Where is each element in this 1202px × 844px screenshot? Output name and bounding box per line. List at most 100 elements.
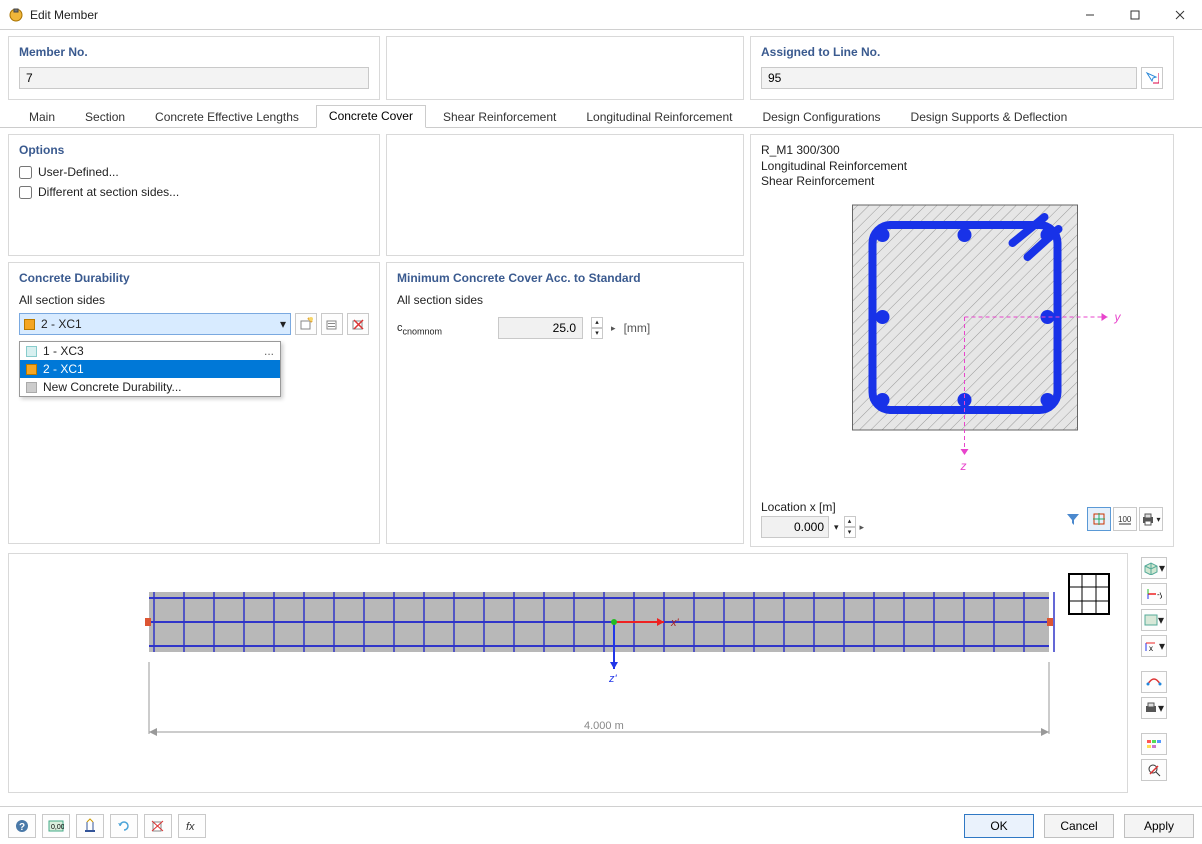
section-preview-panel: R_M1 300/300 Longitudinal Reinforcement … bbox=[750, 134, 1174, 547]
assigned-line-panel: Assigned to Line No. bbox=[750, 36, 1174, 100]
durability-combo[interactable]: 2 - XC1 ▾ bbox=[19, 313, 291, 335]
refresh-icon[interactable] bbox=[110, 814, 138, 838]
chevron-down-icon[interactable]: ▾ bbox=[831, 522, 842, 533]
swatch-icon bbox=[24, 319, 35, 330]
svg-text:z': z' bbox=[608, 673, 618, 685]
titlebar: Edit Member bbox=[0, 0, 1202, 30]
tab-concrete-cover[interactable]: Concrete Cover bbox=[316, 105, 426, 128]
print-icon[interactable]: ▾ bbox=[1141, 697, 1167, 719]
preview-text: R_M1 300/300 Longitudinal Reinforcement … bbox=[761, 143, 1163, 190]
close-button[interactable] bbox=[1157, 0, 1202, 30]
formula-icon[interactable]: fx bbox=[178, 814, 206, 838]
delete-icon[interactable] bbox=[144, 814, 172, 838]
spinner-down-icon[interactable]: ▾ bbox=[844, 527, 856, 538]
tab-section[interactable]: Section bbox=[72, 106, 138, 128]
durability-dropdown[interactable]: 1 - XC3...2 - XC1New Concrete Durability… bbox=[19, 341, 281, 397]
pick-line-button[interactable] bbox=[1141, 67, 1163, 89]
location-input[interactable] bbox=[761, 516, 829, 538]
ok-button[interactable]: OK bbox=[964, 814, 1034, 838]
tab-design-configurations[interactable]: Design Configurations bbox=[749, 106, 893, 128]
filter-icon[interactable] bbox=[1061, 507, 1085, 531]
beam-preview-panel: x' z' 4.000 m bbox=[8, 553, 1128, 793]
options-panel: Options User-Defined... Different at sec… bbox=[8, 134, 380, 256]
cnom-spinner[interactable]: ▴ ▾ bbox=[591, 317, 603, 339]
cnom-label: ccnomnom bbox=[397, 320, 442, 336]
durability-option[interactable]: 2 - XC1 bbox=[20, 360, 280, 378]
durability-selected: 2 - XC1 bbox=[41, 317, 82, 331]
tab-main[interactable]: Main bbox=[16, 106, 68, 128]
display-extents-icon[interactable]: ▾ bbox=[1141, 609, 1167, 631]
axis-x-view-icon[interactable]: x▾ bbox=[1141, 635, 1167, 657]
cover-all-sides: All section sides bbox=[397, 293, 733, 307]
assigned-line-label: Assigned to Line No. bbox=[761, 45, 1163, 59]
durability-option[interactable]: 1 - XC3... bbox=[20, 342, 280, 360]
location-spinner[interactable]: ▴ ▾ bbox=[844, 516, 856, 538]
preview-line-3: Shear Reinforcement bbox=[761, 174, 1163, 190]
location-label: Location x [m] bbox=[761, 500, 852, 514]
maximize-button[interactable] bbox=[1112, 0, 1157, 30]
svg-text:0,00: 0,00 bbox=[51, 824, 64, 831]
durability-option[interactable]: New Concrete Durability... bbox=[20, 378, 280, 396]
cover-title: Minimum Concrete Cover Acc. to Standard bbox=[397, 271, 733, 285]
svg-text:100: 100 bbox=[1118, 515, 1132, 524]
tab-shear-reinforcement[interactable]: Shear Reinforcement bbox=[430, 106, 569, 128]
axis-y-view-icon[interactable]: -y bbox=[1141, 583, 1167, 605]
chevron-right-icon[interactable]: ▸ bbox=[860, 522, 865, 533]
structure-icon[interactable] bbox=[76, 814, 104, 838]
assigned-line-input[interactable] bbox=[761, 67, 1137, 89]
new-durability-button[interactable] bbox=[295, 313, 317, 335]
spinner-down-icon[interactable]: ▾ bbox=[591, 328, 603, 339]
durability-panel: Concrete Durability All section sides 2 … bbox=[8, 262, 380, 544]
delete-durability-button[interactable] bbox=[347, 313, 369, 335]
durability-title: Concrete Durability bbox=[19, 271, 369, 285]
user-defined-check[interactable]: User-Defined... bbox=[19, 165, 369, 179]
svg-text:x': x' bbox=[670, 617, 680, 629]
svg-text:?: ? bbox=[19, 822, 25, 833]
app-icon bbox=[8, 7, 24, 23]
different-sides-check[interactable]: Different at section sides... bbox=[19, 185, 369, 199]
spinner-up-icon[interactable]: ▴ bbox=[591, 317, 603, 328]
zoom-reset-icon[interactable] bbox=[1141, 759, 1167, 781]
tab-design-supports-deflection[interactable]: Design Supports & Deflection bbox=[898, 106, 1081, 128]
cancel-button[interactable]: Cancel bbox=[1044, 814, 1114, 838]
bottom-bar: ? 0,00 fx OK Cancel Apply bbox=[0, 806, 1202, 844]
mid-blank-panel bbox=[386, 134, 744, 256]
beam-length: 4.000 m bbox=[584, 720, 624, 732]
extents-icon[interactable] bbox=[1087, 507, 1111, 531]
member-no-input[interactable] bbox=[19, 67, 369, 89]
edit-durability-button[interactable] bbox=[321, 313, 343, 335]
minimize-button[interactable] bbox=[1067, 0, 1112, 30]
member-no-panel: Member No. bbox=[8, 36, 380, 100]
spinner-up-icon[interactable]: ▴ bbox=[844, 516, 856, 527]
axis-z-label: z bbox=[960, 459, 967, 473]
svg-text:fx: fx bbox=[186, 821, 195, 833]
comment-panel bbox=[386, 36, 744, 100]
apply-button[interactable]: Apply bbox=[1124, 814, 1194, 838]
tab-concrete-effective-lengths[interactable]: Concrete Effective Lengths bbox=[142, 106, 312, 128]
tab-longitudinal-reinforcement[interactable]: Longitudinal Reinforcement bbox=[573, 106, 745, 128]
options-title: Options bbox=[19, 143, 369, 157]
tab-strip: MainSectionConcrete Effective LengthsCon… bbox=[0, 100, 1202, 128]
cross-section-preview: y z bbox=[823, 195, 1133, 475]
print-icon[interactable]: ▾ bbox=[1139, 507, 1163, 531]
units-icon[interactable]: 0,00 bbox=[42, 814, 70, 838]
different-sides-label: Different at section sides... bbox=[38, 185, 179, 199]
help-icon[interactable]: ? bbox=[8, 814, 36, 838]
iso-view-icon[interactable]: ▾ bbox=[1141, 557, 1167, 579]
preview-line-2: Longitudinal Reinforcement bbox=[761, 159, 1163, 175]
window-title: Edit Member bbox=[30, 8, 1067, 22]
palette-icon[interactable] bbox=[1141, 733, 1167, 755]
cnom-input[interactable] bbox=[498, 317, 583, 339]
member-no-label: Member No. bbox=[19, 45, 369, 59]
curve-icon[interactable] bbox=[1141, 671, 1167, 693]
axis-y-label: y bbox=[1114, 310, 1122, 324]
cover-panel: Minimum Concrete Cover Acc. to Standard … bbox=[386, 262, 744, 544]
preview-line-1: R_M1 300/300 bbox=[761, 143, 1163, 159]
dimensions-icon[interactable]: 100 bbox=[1113, 507, 1137, 531]
user-defined-label: User-Defined... bbox=[38, 165, 119, 179]
chevron-right-icon[interactable]: ▸ bbox=[611, 323, 616, 334]
view-toolstrip: ▾ -y ▾ x▾ ▾ bbox=[1134, 553, 1174, 793]
durability-all-sides: All section sides bbox=[19, 293, 369, 307]
chevron-down-icon: ▾ bbox=[280, 317, 286, 331]
svg-text:-y: -y bbox=[1157, 590, 1162, 599]
